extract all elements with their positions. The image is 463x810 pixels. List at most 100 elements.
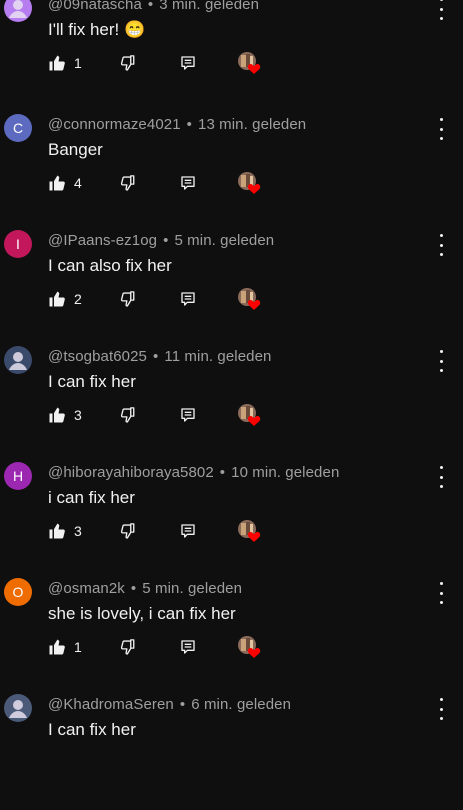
avatar[interactable] [4,694,32,722]
thumbs-down-icon [118,638,136,656]
comment-time: 3 min. geleden [159,0,260,13]
avatar[interactable]: I [4,230,32,258]
dislike-button[interactable] [118,52,136,74]
comment-author[interactable]: @osman2k [48,580,125,597]
comment-meta: @09natascha • 3 min. geleden [48,0,259,13]
like-button[interactable]: 3 [48,520,82,542]
comment-text: I can also fix her [48,256,172,275]
comment-actions: 1 [48,636,288,658]
creator-heart-icon [236,170,262,196]
reply-button[interactable] [180,288,196,310]
dislike-button[interactable] [118,404,136,426]
separator-dot: • [153,348,159,365]
comment-meta: @tsogbat6025 • 11 min. geleden [48,348,272,365]
comment-item: C @connormaze4021 • 13 min. geleden Banger 4 [0,114,463,230]
comment-author[interactable]: @IPaans-ez1og [48,232,157,249]
separator-dot: • [186,116,192,133]
dislike-button[interactable] [118,172,136,194]
like-button[interactable]: 2 [48,288,82,310]
thumbs-down-icon [118,54,136,72]
creator-heart-icon [236,402,262,428]
comment-time: 5 min. geleden [174,232,275,249]
comment-item: H @hiborayahiboraya5802 • 10 min. geleden i … [0,462,463,578]
thumbs-up-icon [48,638,66,656]
comment-author[interactable]: @KhadromaSeren [48,696,174,713]
comment-text: I can fix her [48,720,136,739]
comment-meta: @hiborayahiboraya5802 • 10 min. geleden [48,464,339,481]
reply-button[interactable] [180,172,196,194]
comment-time: 10 min. geleden [231,464,340,481]
comment-time: 5 min. geleden [142,580,243,597]
comment-text: Banger [48,140,103,159]
comment-author[interactable]: @09natascha [48,0,142,13]
comment-actions: 1 [48,52,288,74]
avatar[interactable]: O [4,578,32,606]
comment-time: 6 min. geleden [191,696,292,713]
reply-button[interactable] [180,52,196,74]
avatar[interactable]: C [4,114,32,142]
creator-heart-icon [236,518,262,544]
thumbs-down-icon [118,406,136,424]
more-vert-icon[interactable] [436,466,446,488]
reply-icon [180,523,196,539]
like-button[interactable]: 1 [48,636,82,658]
comment-item: O @osman2k • 5 min. geleden she is lovely, i… [0,578,463,694]
comment-author[interactable]: @tsogbat6025 [48,348,147,365]
separator-dot: • [179,696,186,713]
like-count: 3 [74,407,82,423]
comment-actions: 4 [48,172,288,194]
more-vert-icon[interactable] [436,582,446,604]
comment-time: 13 min. geleden [198,116,307,133]
comment-item: @09natascha • 3 min. geleden I'll fix her! … [0,0,463,110]
reply-button[interactable] [180,636,196,658]
thumbs-down-icon [118,290,136,308]
comment-actions: 3 [48,520,288,542]
thumbs-up-icon [48,174,66,192]
avatar[interactable] [4,0,32,22]
creator-heart-icon [236,634,262,660]
creator-heart-icon [236,286,262,312]
more-vert-icon[interactable] [436,698,446,720]
comment-meta: @IPaans-ez1og • 5 min. geleden [48,232,274,249]
thumbs-up-icon [48,54,66,72]
dislike-button[interactable] [118,288,136,310]
comment-author[interactable]: @hiborayahiboraya5802 [48,464,214,481]
like-count: 4 [74,175,82,191]
reply-icon [180,55,196,71]
reply-icon [180,639,196,655]
comment-meta: @osman2k • 5 min. geleden [48,580,242,597]
comment-item: @KhadromaSeren • 6 min. geleden I can fix h… [0,694,463,810]
comment-item: @tsogbat6025 • 11 min. geleden I can fix he… [0,346,463,462]
creator-heart-icon [236,50,262,76]
more-vert-icon[interactable] [436,0,446,20]
more-vert-icon[interactable] [436,118,446,140]
avatar[interactable]: H [4,462,32,490]
thumbs-up-icon [48,406,66,424]
avatar[interactable] [4,346,32,374]
separator-dot: • [163,232,169,249]
comment-meta: @KhadromaSeren • 6 min. geleden [48,696,291,713]
like-count: 3 [74,523,82,539]
separator-dot: • [147,0,154,13]
comment-author[interactable]: @connormaze4021 [48,116,181,133]
more-vert-icon[interactable] [436,234,446,256]
like-button[interactable]: 3 [48,404,82,426]
comment-text: I'll fix her! 😁 [48,20,146,39]
like-button[interactable]: 1 [48,52,82,74]
reply-icon [180,407,196,423]
comment-meta: @connormaze4021 • 13 min. geleden [48,116,306,133]
dislike-button[interactable] [118,636,136,658]
separator-dot: • [219,464,226,481]
reply-icon [180,291,196,307]
reply-icon [180,175,196,191]
thumbs-down-icon [118,522,136,540]
more-vert-icon[interactable] [436,350,446,372]
like-button[interactable]: 4 [48,172,82,194]
dislike-button[interactable] [118,520,136,542]
comment-text: she is lovely, i can fix her [48,604,236,623]
comment-time: 11 min. geleden [164,348,272,365]
thumbs-up-icon [48,522,66,540]
comment-text: i can fix her [48,488,135,507]
reply-button[interactable] [180,404,196,426]
reply-button[interactable] [180,520,196,542]
